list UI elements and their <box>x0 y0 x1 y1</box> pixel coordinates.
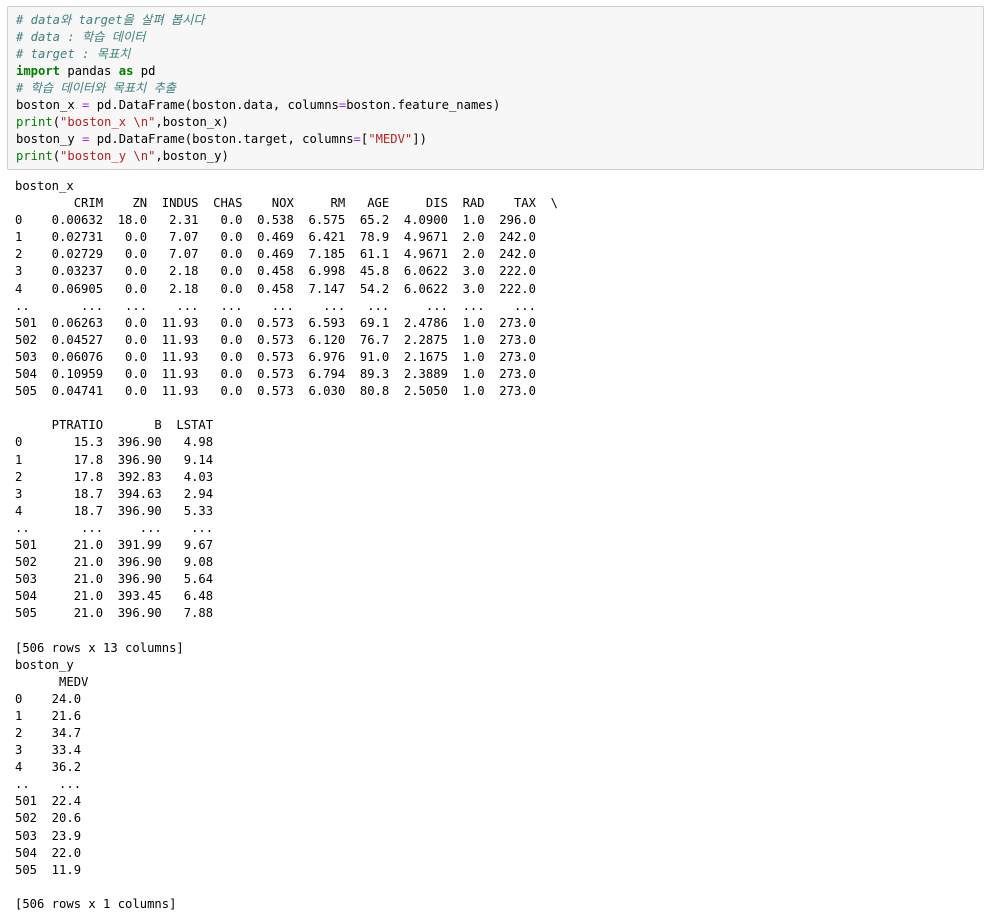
output-line: 2 34.7 <box>15 726 82 740</box>
code-token: # target : 목표치 <box>16 47 131 61</box>
code-token: ( <box>52 149 61 163</box>
code-line: # target : 목표치 <box>16 46 975 63</box>
output-line: 504 0.10959 0.0 11.93 0.0 0.573 6.794 89… <box>15 367 536 382</box>
code-line: print("boston_x \n",boston_x) <box>16 114 975 131</box>
output-line: .. ... ... ... <box>15 520 214 535</box>
output-line: .. ... <box>15 777 82 792</box>
code-token: "MEDV" <box>368 132 413 146</box>
output-line: 3 18.7 394.63 2.94 <box>15 486 214 501</box>
output-line: 3 0.03237 0.0 2.18 0.0 0.458 6.998 45.8 … <box>15 264 536 279</box>
code-token: boston.feature_names) <box>346 98 501 112</box>
output-line: 503 0.06076 0.0 11.93 0.0 0.573 6.976 91… <box>15 349 536 364</box>
output-line: 504 21.0 393.45 6.48 <box>15 589 214 604</box>
code-token: # data와 target을 살펴 봅시다 <box>16 13 205 27</box>
output-line: 502 21.0 396.90 9.08 <box>15 555 214 570</box>
code-token: boston_y <box>16 132 83 146</box>
code-token: "boston_x \n" <box>60 115 156 129</box>
output-line: PTRATIO B LSTAT <box>15 418 214 433</box>
output-line: 4 18.7 396.90 5.33 <box>15 503 214 518</box>
code-cell-input[interactable]: # data와 target을 살펴 봅시다 # data : 학습 데이터 #… <box>7 6 984 170</box>
output-line: 4 0.06905 0.0 2.18 0.0 0.458 7.147 54.2 … <box>15 281 536 296</box>
code-token: print <box>16 115 53 129</box>
output-line: 505 21.0 396.90 7.88 <box>15 606 214 621</box>
code-token: pd.DataFrame(boston.data, columns <box>89 98 339 112</box>
output-line: 3 33.4 <box>15 743 82 758</box>
code-token: print <box>16 149 53 163</box>
code-token: ]) <box>412 132 427 146</box>
code-line: boston_y = pd.DataFrame(boston.target, c… <box>16 131 975 148</box>
output-line: 0 0.00632 18.0 2.31 0.0 0.538 6.575 65.2… <box>15 213 536 228</box>
output-line: 1 0.02731 0.0 7.07 0.0 0.469 6.421 78.9 … <box>15 230 536 245</box>
output-line: [506 rows x 13 columns] <box>15 640 184 655</box>
code-token: # data : 학습 데이터 <box>16 30 146 44</box>
output-line: 502 20.6 <box>15 811 82 826</box>
code-line: # data와 target을 살펴 봅시다 <box>16 12 975 29</box>
code-token: ,boston_x) <box>155 115 229 129</box>
output-line: MEDV <box>15 674 89 689</box>
output-line: boston_y <box>15 657 74 672</box>
output-line: [506 rows x 1 columns] <box>15 896 177 911</box>
code-token: import <box>16 64 61 78</box>
output-line: 503 23.9 <box>15 828 82 843</box>
code-line: # data : 학습 데이터 <box>16 29 975 46</box>
code-token: pd <box>133 64 156 78</box>
output-line: CRIM ZN INDUS CHAS NOX RM AGE DIS RAD TA… <box>15 196 558 211</box>
code-token: # 학습 데이터와 목표치 추출 <box>16 81 177 95</box>
code-line: boston_x = pd.DataFrame(boston.data, col… <box>16 97 975 114</box>
output-line: 0 15.3 396.90 4.98 <box>15 435 214 450</box>
code-token: boston_x <box>16 98 83 112</box>
code-token: = <box>353 132 361 146</box>
output-line: 4 36.2 <box>15 760 82 775</box>
output-line: 505 0.04741 0.0 11.93 0.0 0.573 6.030 80… <box>15 384 536 399</box>
code-line: print("boston_y \n",boston_y) <box>16 148 975 165</box>
output-line: 501 21.0 391.99 9.67 <box>15 537 214 552</box>
output-line: 501 0.06263 0.0 11.93 0.0 0.573 6.593 69… <box>15 315 536 330</box>
output-line: 503 21.0 396.90 5.64 <box>15 572 214 587</box>
output-line: 2 17.8 392.83 4.03 <box>15 469 214 484</box>
code-token: "boston_y \n" <box>60 149 156 163</box>
output-line: 501 22.4 <box>15 794 82 809</box>
code-token: ,boston_y) <box>155 149 229 163</box>
output-line: 502 0.04527 0.0 11.93 0.0 0.573 6.120 76… <box>15 332 536 347</box>
output-line: 1 21.6 <box>15 708 82 723</box>
code-token: as <box>118 64 134 78</box>
output-line: .. ... ... ... ... ... ... ... ... ... .… <box>15 298 536 313</box>
output-line: boston_x <box>15 179 74 193</box>
code-line: import pandas as pd <box>16 63 975 80</box>
output-line: 505 11.9 <box>15 862 82 877</box>
code-token: pandas <box>60 64 119 78</box>
output-line: 0 24.0 <box>15 691 82 706</box>
code-token: pd.DataFrame(boston.target, columns <box>89 132 354 146</box>
code-line: # 학습 데이터와 목표치 추출 <box>16 80 975 97</box>
output-line: 1 17.8 396.90 9.14 <box>15 452 214 467</box>
output-line: 2 0.02729 0.0 7.07 0.0 0.469 7.185 61.1 … <box>15 247 536 262</box>
code-token: ( <box>52 115 61 129</box>
cell-output: boston_x CRIM ZN INDUS CHAS NOX RM AGE D… <box>15 178 975 913</box>
output-line: 504 22.0 <box>15 845 82 860</box>
